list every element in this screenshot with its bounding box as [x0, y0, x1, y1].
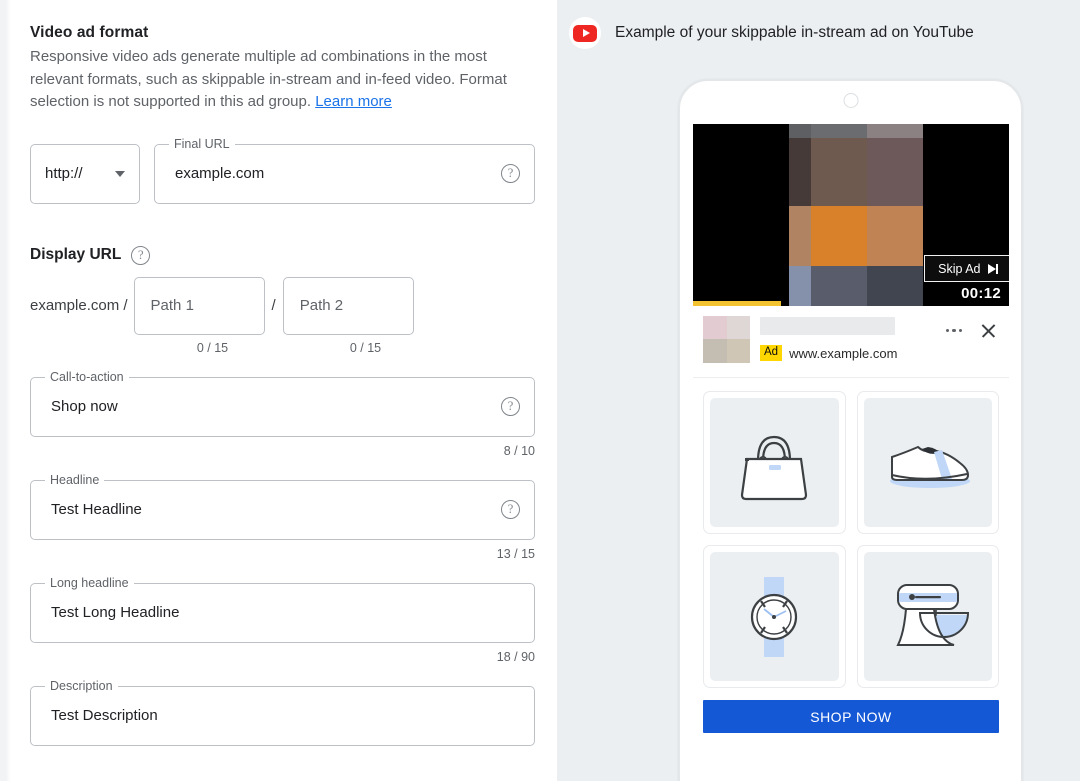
shop-now-button[interactable]: SHOP NOW: [703, 700, 999, 733]
watch-icon: [751, 576, 798, 657]
headline-counter: 13 / 15: [496, 546, 535, 561]
headline-value: Test Headline: [51, 501, 142, 518]
description-field[interactable]: Description Test Description: [30, 678, 535, 746]
final-url-value: example.com: [175, 165, 265, 182]
phone-screen: Skip Ad 00:12 Ad www.example.com SHOP NO…: [693, 124, 1009, 781]
path1-counter: 0 / 15: [196, 340, 229, 355]
help-icon[interactable]: ?: [501, 397, 520, 416]
path1-placeholder: Path 1: [150, 297, 194, 314]
description-value: Test Description: [51, 707, 158, 724]
product-card-handbag[interactable]: [703, 391, 846, 534]
skip-ad-label: Skip Ad: [938, 261, 981, 276]
page-title: Video ad format: [30, 24, 149, 41]
path1-input[interactable]: Path 1: [133, 276, 265, 335]
learn-more-link[interactable]: Learn more: [315, 93, 392, 110]
path2-placeholder: Path 2: [299, 297, 344, 314]
display-url-domain: example.com /: [30, 297, 128, 314]
long-headline-legend: Long headline: [45, 575, 134, 591]
video-progress-bar[interactable]: [693, 301, 782, 306]
product-card-watch[interactable]: [703, 545, 846, 688]
video-thumbnail: [789, 124, 923, 306]
help-icon[interactable]: ?: [501, 164, 520, 183]
section-description-text: Responsive video ads generate multiple a…: [30, 48, 507, 110]
product-card-stand-mixer[interactable]: [856, 545, 999, 688]
display-url-header: Display URL ?: [30, 245, 535, 265]
ad-info-bar: Ad www.example.com: [693, 306, 1009, 378]
ad-badge: Ad: [760, 345, 783, 361]
protocol-select[interactable]: http://: [30, 143, 140, 204]
call-to-action-legend: Call-to-action: [45, 369, 129, 385]
product-grid: [693, 378, 1009, 688]
long-headline-group: Long headline Test Long Headline 18 / 90: [30, 575, 535, 664]
long-headline-counter: 18 / 90: [496, 649, 535, 664]
path2-input[interactable]: Path 2: [282, 276, 414, 335]
video-player[interactable]: Skip Ad 00:12: [693, 124, 1009, 306]
section-description: Responsive video ads generate multiple a…: [30, 46, 535, 114]
ad-info-body: Ad www.example.com: [760, 316, 936, 361]
final-url-field[interactable]: Final URL example.com ?: [154, 136, 535, 204]
call-to-action-counter: 8 / 10: [503, 443, 535, 458]
help-icon[interactable]: ?: [131, 245, 151, 265]
display-url-path-row: example.com / Path 1 / Path 2: [30, 276, 535, 335]
ad-preview-panel: Example of your skippable in-stream ad o…: [557, 0, 1080, 781]
display-url-label: Display URL: [30, 246, 122, 263]
headline-field[interactable]: Headline Test Headline ?: [30, 472, 535, 540]
phone-camera-icon: [843, 93, 858, 108]
long-headline-value: Test Long Headline: [51, 604, 180, 621]
ad-url-line: Ad www.example.com: [760, 345, 936, 361]
skip-next-icon: [987, 263, 998, 274]
path2-counter: 0 / 15: [349, 340, 382, 355]
description-group: Description Test Description: [30, 678, 535, 746]
sneaker-icon: [889, 445, 970, 488]
preview-header: Example of your skippable in-stream ad o…: [557, 0, 1080, 49]
cta-wrapper: SHOP NOW: [693, 688, 1009, 745]
ad-title-placeholder: [760, 317, 895, 335]
final-url-row: http:// Final URL example.com ?: [30, 136, 535, 204]
ad-actions: [945, 316, 1000, 339]
chevron-down-icon: [115, 170, 125, 177]
handbag-icon: [741, 435, 808, 500]
youtube-icon: [569, 17, 601, 49]
protocol-value: http://: [45, 165, 83, 182]
product-card-sneaker[interactable]: [856, 391, 999, 534]
close-icon[interactable]: [980, 322, 997, 339]
headline-group: Headline Test Headline ? 13 / 15: [30, 472, 535, 561]
more-options-icon[interactable]: [945, 328, 962, 333]
ad-form-panel: Video ad format Responsive video ads gen…: [0, 0, 557, 781]
panel-edge-shadow: [0, 0, 11, 781]
path-separator: /: [271, 297, 276, 314]
video-timer: 00:12: [951, 282, 1009, 306]
help-icon[interactable]: ?: [501, 500, 520, 519]
call-to-action-field[interactable]: Call-to-action Shop now ?: [30, 369, 535, 437]
phone-mockup: Skip Ad 00:12 Ad www.example.com SHOP NO…: [678, 79, 1023, 781]
final-url-legend: Final URL: [169, 136, 235, 152]
call-to-action-group: Call-to-action Shop now ? 8 / 10: [30, 369, 535, 458]
description-legend: Description: [45, 678, 118, 694]
skip-ad-button[interactable]: Skip Ad: [924, 255, 1009, 282]
preview-title: Example of your skippable in-stream ad o…: [615, 24, 974, 41]
stand-mixer-icon: [896, 583, 969, 646]
call-to-action-value: Shop now: [51, 398, 118, 415]
advertiser-thumbnail: [703, 316, 750, 363]
long-headline-field[interactable]: Long headline Test Long Headline: [30, 575, 535, 643]
path-counters: 0 / 15 0 / 15: [30, 341, 535, 355]
ad-display-url[interactable]: www.example.com: [789, 346, 897, 361]
headline-legend: Headline: [45, 472, 105, 488]
